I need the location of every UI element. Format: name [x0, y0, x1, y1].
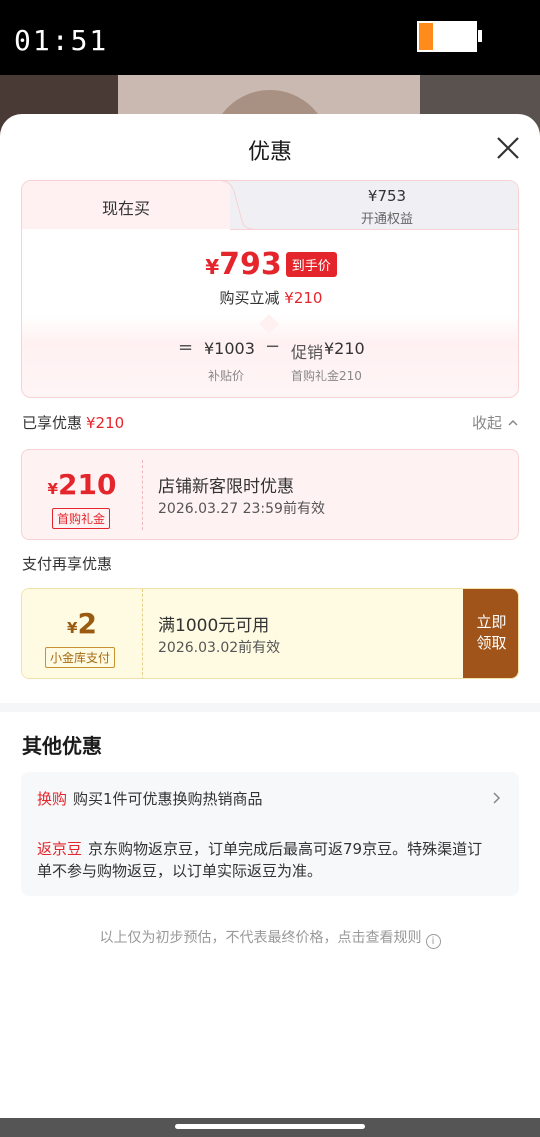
coupon-title: 满1000元可用	[158, 616, 270, 636]
other-discounts-box: 换购 购买1件可优惠换购热销商品 返京豆 京东购物返京豆，订单完成后最高可返79京豆…	[21, 772, 519, 896]
price-notch	[259, 314, 279, 334]
rules-footnote[interactable]: 以上仅为初步预估，不代表最终价格，点击查看规则 i	[0, 927, 540, 949]
promo-sub: 首购礼金210	[291, 369, 362, 383]
coupon-title: 店铺新客限时优惠	[158, 477, 294, 497]
battery-tip	[478, 30, 482, 42]
jd-bean-row: 返京豆 京东购物返京豆，订单完成后最高可返79京豆。特殊渠道订单不参与购物返豆，以…	[37, 838, 497, 882]
jd-bean-text: 京东购物返京豆，订单完成后最高可返79京豆。特殊渠道订单不参与购物返豆，以订单实…	[37, 840, 483, 880]
claim-coupon-button[interactable]: 立即 领取	[463, 589, 518, 678]
pay-discount-label: 支付再享优惠	[22, 555, 113, 573]
exchange-text: 购买1件可优惠换购热销商品	[73, 790, 263, 808]
final-price: ¥793	[205, 247, 282, 282]
discount-sheet: 优惠 现在买 ¥753 开通权益 ¥793 到手价 购买立减 ¥210 = ¥10…	[0, 114, 540, 1118]
section-divider	[0, 703, 540, 712]
status-bar: 01:51	[0, 0, 540, 75]
coupon-tag: 首购礼金	[52, 508, 111, 529]
price-formula: = ¥1003 − 促销 ¥210 补贴价 首购礼金210	[178, 336, 365, 383]
info-icon[interactable]: i	[425, 934, 441, 949]
status-time: 01:51	[14, 24, 109, 57]
first-purchase-coupon: ¥210 首购礼金 店铺新客限时优惠 2026.03.27 23:59前有效	[21, 449, 519, 540]
final-price-badge: 到手价	[285, 252, 337, 277]
enjoyed-discount-label: 已享优惠 ¥210	[22, 414, 125, 432]
instant-discount: 购买立减 ¥210	[219, 289, 323, 307]
exchange-tag: 换购	[37, 790, 68, 808]
chevron-right-icon[interactable]	[491, 790, 503, 806]
tab-membership-price: ¥753	[367, 187, 407, 205]
payment-coupon: ¥2 小金库支付 满1000元可用 2026.03.02前有效 立即 领取	[21, 588, 519, 679]
subsidy-label: 补贴价	[208, 369, 245, 383]
coupon-amount: ¥210	[47, 468, 117, 501]
exchange-offer-row[interactable]: 换购 购买1件可优惠换购热销商品	[37, 788, 263, 809]
tab-buy-now-label: 现在买	[101, 199, 150, 218]
jd-bean-tag: 返京豆	[37, 840, 83, 858]
coupon-validity: 2026.03.27 23:59前有效	[158, 501, 325, 517]
coupon-tag: 小金库支付	[45, 647, 116, 668]
chevron-up-icon	[508, 419, 518, 426]
price-card: 现在买 ¥753 开通权益 ¥793 到手价 购买立减 ¥210 = ¥1003 …	[21, 180, 519, 398]
other-discounts-title: 其他优惠	[22, 734, 102, 758]
close-icon[interactable]	[492, 132, 524, 164]
coupon-validity: 2026.03.02前有效	[158, 640, 281, 656]
final-price-row: ¥793 到手价	[22, 247, 518, 282]
sheet-title: 优惠	[247, 140, 292, 165]
promo-value: ¥210	[324, 339, 365, 358]
collapse-button[interactable]: 收起	[472, 412, 519, 433]
tab-membership-label: 开通权益	[360, 212, 413, 227]
coupon-amount: ¥2	[67, 607, 97, 640]
subsidy-price: ¥1003	[204, 339, 255, 358]
battery-fill	[419, 23, 433, 50]
home-indicator[interactable]	[175, 1124, 365, 1129]
battery-icon	[417, 21, 477, 52]
